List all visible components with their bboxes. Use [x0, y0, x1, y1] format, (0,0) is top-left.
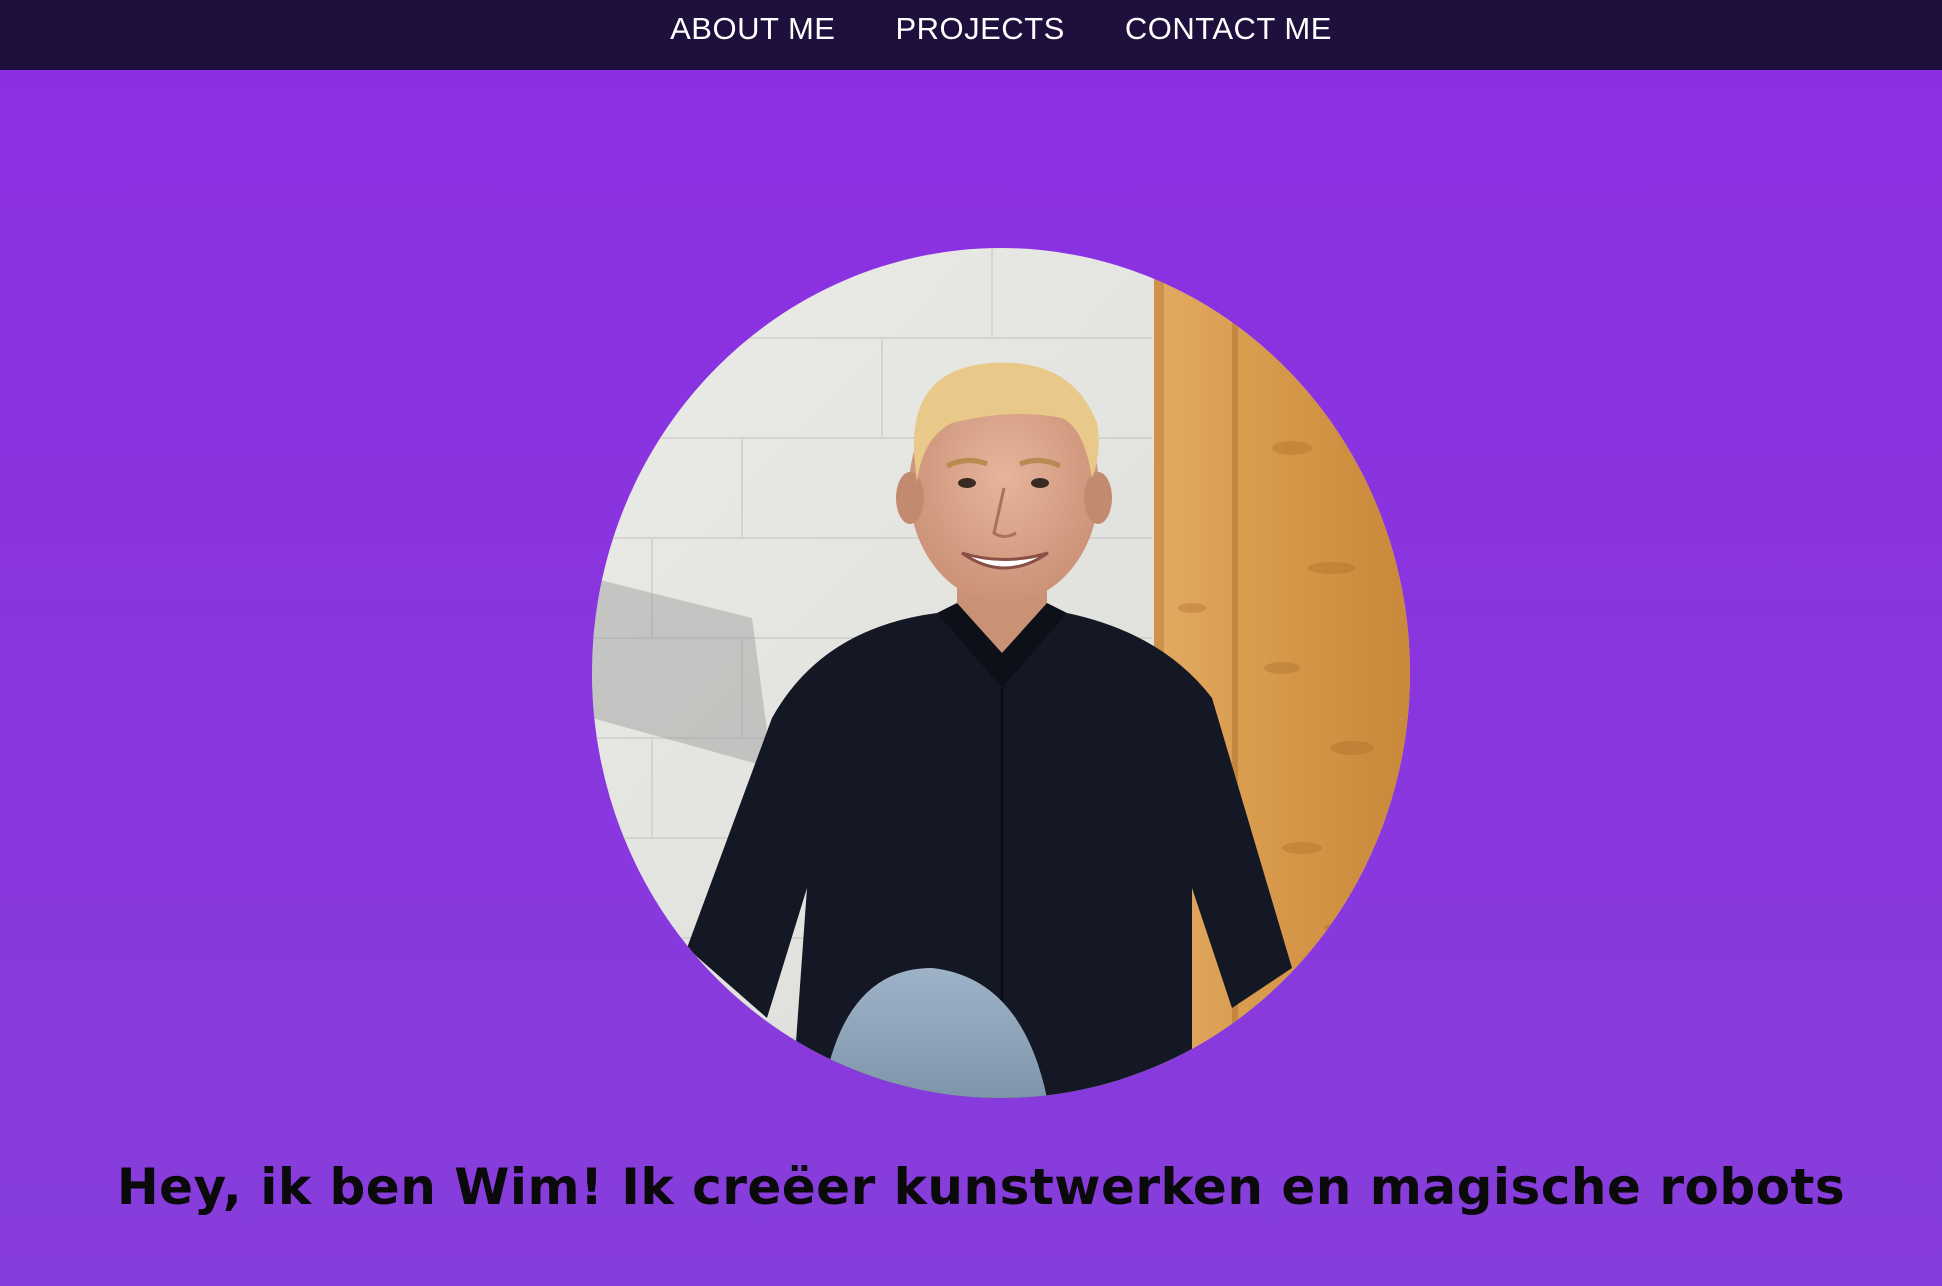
top-navigation-bar: ABOUT ME PROJECTS CONTACT ME: [0, 0, 1942, 70]
hero-section: Hey, ik ben Wim! Ik creëer kunstwerken e…: [0, 70, 1942, 1286]
nav-link-projects[interactable]: PROJECTS: [895, 11, 1064, 47]
hero-headline: Hey, ik ben Wim! Ik creëer kunstwerken e…: [116, 1158, 1846, 1216]
profile-photo: [592, 248, 1410, 1098]
nav-link-about-me[interactable]: ABOUT ME: [670, 11, 835, 47]
nav-link-contact-me[interactable]: CONTACT ME: [1125, 11, 1332, 47]
nav-links: ABOUT ME PROJECTS CONTACT ME: [670, 11, 1332, 47]
